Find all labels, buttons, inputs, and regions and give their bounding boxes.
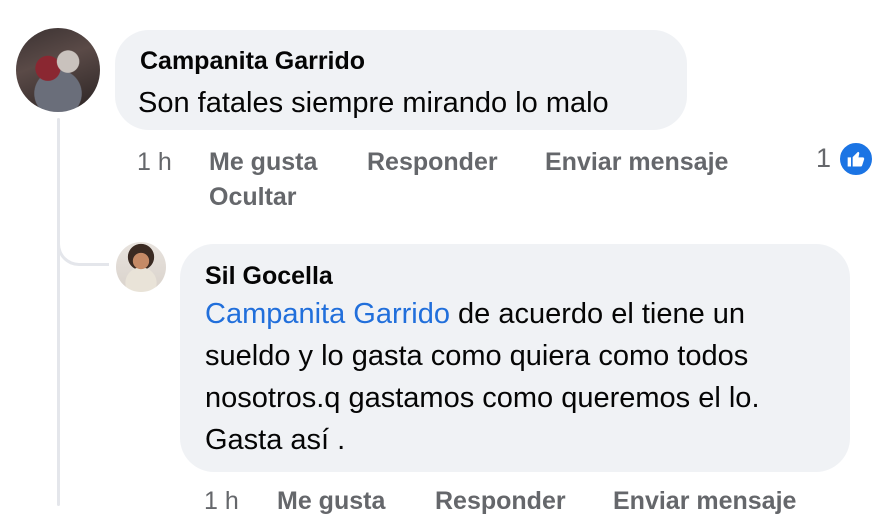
- reply-timestamp[interactable]: 1 h: [204, 487, 239, 516]
- reply-reply-button[interactable]: Responder: [435, 487, 566, 516]
- reply-send-message-button[interactable]: Enviar mensaje: [613, 487, 796, 516]
- comment-timestamp[interactable]: 1 h: [137, 148, 172, 177]
- hide-button[interactable]: Ocultar: [209, 183, 297, 212]
- like-button[interactable]: Me gusta: [209, 148, 317, 177]
- avatar[interactable]: [116, 242, 166, 292]
- send-message-button[interactable]: Enviar mensaje: [545, 148, 728, 177]
- comment-bubble: Sil Gocella Campanita Garrido de acuerdo…: [180, 244, 850, 472]
- like-icon[interactable]: [838, 141, 874, 177]
- mention-link[interactable]: Campanita Garrido: [205, 298, 450, 330]
- comment-text: Campanita Garrido de acuerdo el tiene un…: [205, 293, 825, 461]
- reply-like-button[interactable]: Me gusta: [277, 487, 385, 516]
- reply-button[interactable]: Responder: [367, 148, 498, 177]
- reaction-count[interactable]: 1: [816, 143, 831, 174]
- comment-author[interactable]: Sil Gocella: [205, 262, 333, 291]
- thumbs-up-icon: [847, 151, 865, 167]
